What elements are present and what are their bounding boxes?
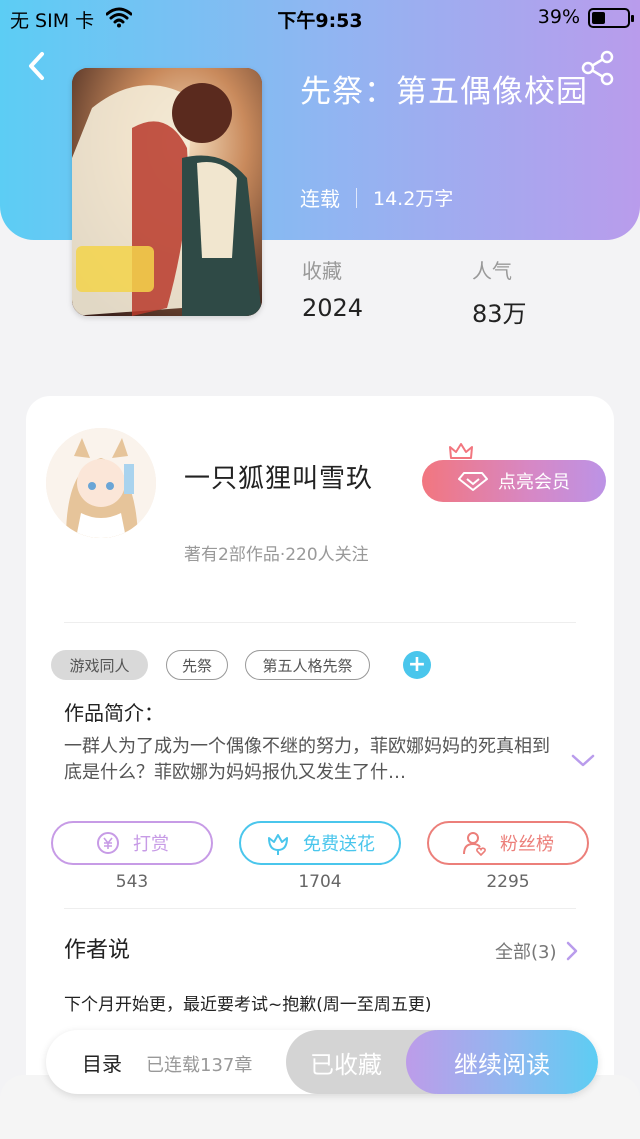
add-tag-button[interactable]: +: [403, 651, 431, 679]
collected-label: 已收藏: [310, 1050, 382, 1079]
author-says-title: 作者说: [64, 938, 131, 963]
meta-divider: [356, 187, 357, 208]
reward-label: 打赏: [133, 834, 169, 855]
chapter-count[interactable]: 已连载137章: [146, 1051, 252, 1077]
flower-icon: [268, 834, 288, 855]
author-avatar[interactable]: [46, 428, 156, 538]
stat-popularity: 人气 83万: [472, 255, 527, 329]
tag-identity-v-xianji[interactable]: 第五人格先祭: [245, 650, 370, 680]
coin-icon: [97, 832, 119, 854]
tag-label: 游戏同人: [69, 656, 130, 675]
diamond-icon: [458, 472, 488, 491]
send-flower-label: 免费送花: [303, 834, 375, 855]
word-count: 14.2万字: [373, 188, 454, 210]
intro-text[interactable]: 一群人为了成为一个偶像不继的努力，菲欧娜妈妈的死真相到底是什么？菲欧娜为妈妈报仇…: [64, 734, 554, 786]
vip-button[interactable]: 点亮会员: [422, 460, 606, 502]
tag-game-fanfic[interactable]: 游戏同人: [51, 650, 148, 680]
stat-collections: 收藏 2024: [302, 255, 363, 322]
stat-value: 2024: [302, 294, 364, 322]
divider: [64, 908, 576, 909]
chevron-right-icon: [566, 941, 577, 961]
serial-status: 连载: [300, 187, 340, 211]
avatar-illustration: [46, 428, 156, 538]
continue-reading-label: 继续阅读: [454, 1050, 550, 1079]
author-says-all-link[interactable]: 全部(3): [495, 938, 579, 964]
vip-button-label: 点亮会员: [498, 472, 570, 493]
stat-label: 收藏: [302, 259, 342, 283]
book-meta: 连载 14.2万字: [300, 183, 453, 212]
stat-label: 人气: [472, 259, 512, 283]
fans-icon: [463, 832, 486, 856]
author-name[interactable]: 一只狐狸叫雪玖: [184, 458, 373, 495]
battery-percent: 39%: [537, 6, 580, 28]
status-bar: 无 SIM 卡 下午9:53 39%: [0, 0, 640, 36]
back-icon[interactable]: [22, 48, 52, 84]
fans-ranking-button[interactable]: 粉丝榜: [427, 821, 589, 865]
cover-illustration: [72, 68, 262, 316]
intro-label: 作品简介：: [64, 701, 164, 725]
continue-reading-button[interactable]: 继续阅读: [406, 1030, 598, 1094]
crown-icon: [449, 443, 473, 462]
all-count-label: 全部(3): [495, 942, 557, 963]
divider: [64, 622, 576, 623]
toc-button[interactable]: 目录: [82, 1048, 122, 1077]
chevron-down-icon[interactable]: [570, 752, 596, 770]
author-says-text: 下个月开始更，最近要考试~抱歉(周一至周五更): [64, 995, 432, 1015]
battery-icon: [588, 8, 634, 28]
tag-label: 第五人格先祭: [262, 656, 353, 675]
flower-count: 1704: [298, 872, 342, 892]
book-cover[interactable]: [72, 68, 262, 316]
reward-button[interactable]: 打赏: [51, 821, 213, 865]
send-flower-button[interactable]: 免费送花: [239, 821, 401, 865]
book-title: 先祭：第五偶像校园: [300, 74, 588, 110]
fans-ranking-label: 粉丝榜: [500, 834, 554, 855]
tag-xianji[interactable]: 先祭: [166, 650, 228, 680]
reward-count: 543: [115, 872, 149, 892]
bottom-action-bar: 目录 已连载137章 已收藏 继续阅读: [46, 1030, 598, 1094]
stat-value: 83万: [472, 300, 527, 328]
tag-label: 先祭: [181, 656, 212, 675]
fans-count: 2295: [486, 872, 530, 892]
author-stats: 著有2部作品·220人关注: [184, 545, 369, 565]
